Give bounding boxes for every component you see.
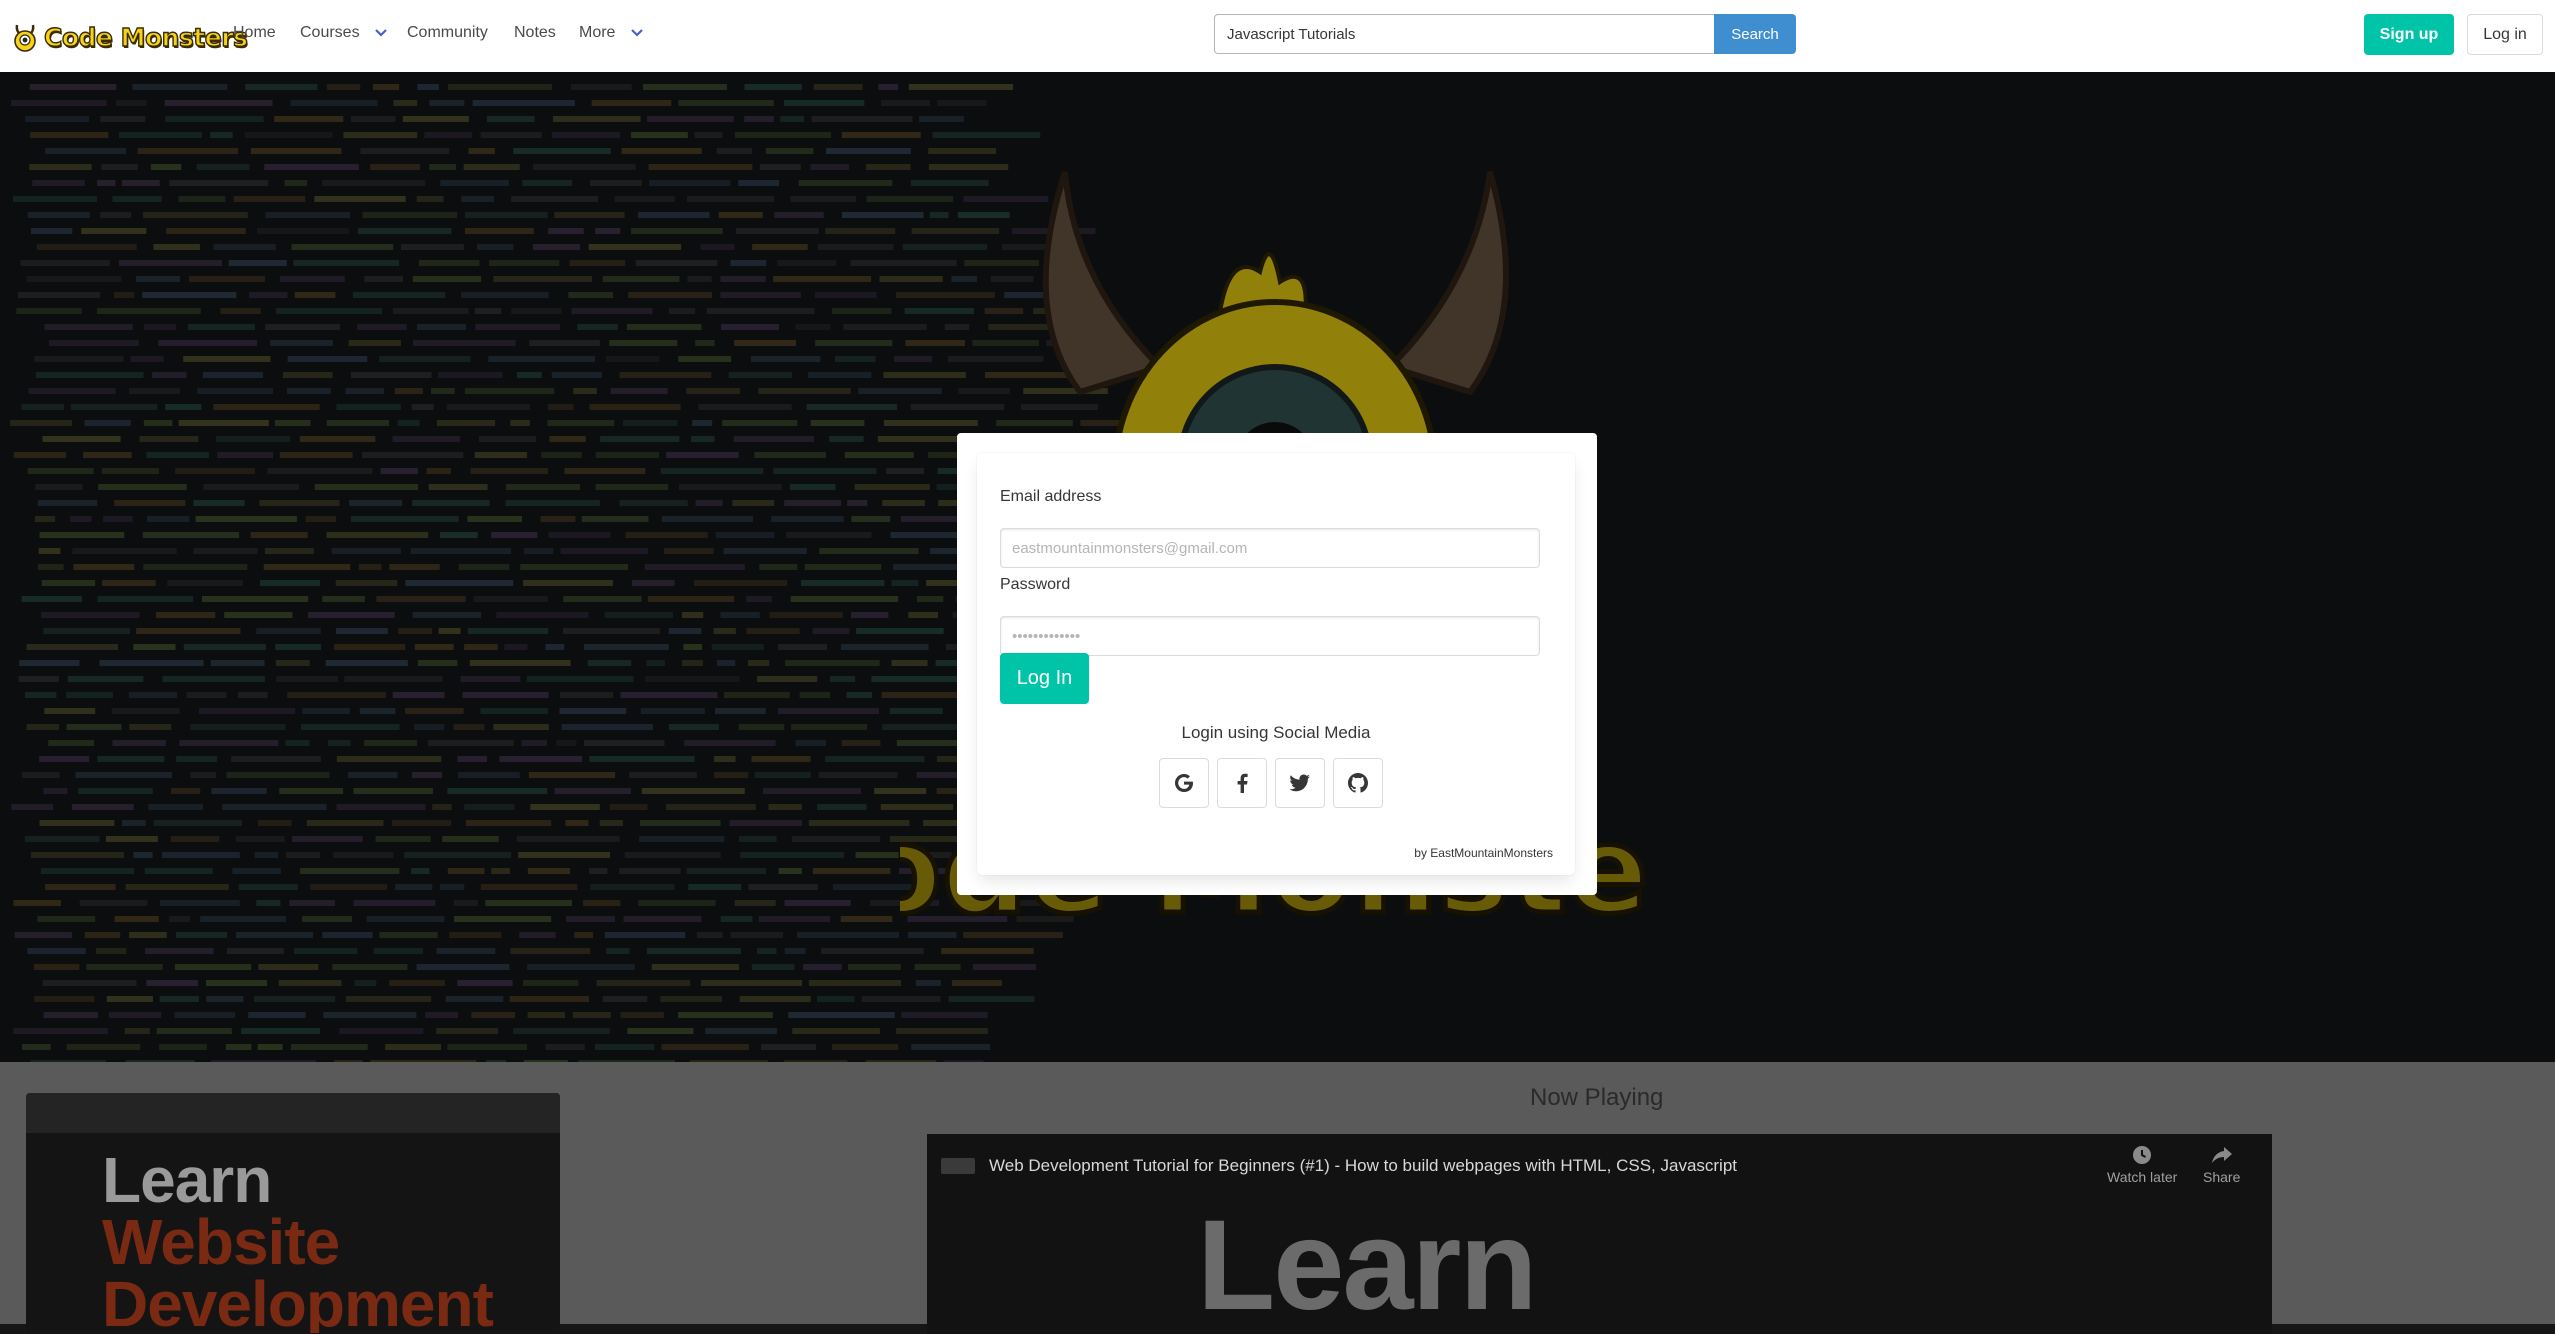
twitter-login-button[interactable] (1275, 758, 1325, 808)
clock-icon (2133, 1146, 2152, 1164)
thumbnail-code-strip (26, 1093, 560, 1133)
github-icon (1348, 773, 1368, 793)
nav-more-label: More (579, 24, 616, 41)
login-modal: Email address Password Log In Login usin… (957, 433, 1597, 895)
google-icon (1175, 774, 1193, 792)
email-label: Email address (1000, 488, 1102, 505)
password-field[interactable] (1000, 616, 1540, 656)
thumbnail-line: Learn (102, 1144, 272, 1216)
social-login-title: Login using Social Media (1181, 723, 1371, 742)
search-button[interactable]: Search (1714, 14, 1796, 54)
facebook-login-button[interactable] (1217, 758, 1267, 808)
nav-community[interactable]: Community (407, 24, 488, 42)
login-submit-button[interactable]: Log In (1000, 653, 1089, 704)
thumbnail-title: Learn Website Development (102, 1144, 494, 1333)
nav-more[interactable]: More (579, 24, 644, 42)
nav-notes[interactable]: Notes (514, 24, 556, 42)
course-thumbnail[interactable]: Learn Website Development (26, 1093, 560, 1333)
video-player[interactable]: Web Development Tutorial for Beginners (… (927, 1134, 2272, 1334)
watch-later-button[interactable]: Watch later (2107, 1144, 2177, 1185)
facebook-icon (1237, 773, 1248, 793)
login-nav-button[interactable]: Log in (2467, 14, 2543, 55)
top-navbar: Code Monsters Home Courses Community Not… (0, 0, 2555, 72)
channel-avatar[interactable] (941, 1158, 975, 1174)
google-login-button[interactable] (1159, 758, 1209, 808)
twitter-icon (1289, 774, 1310, 792)
brand-logo[interactable]: Code Monsters (12, 20, 249, 54)
watch-later-label: Watch later (2107, 1169, 2178, 1185)
chevron-down-icon (375, 28, 387, 37)
search-input[interactable] (1214, 14, 1714, 54)
nav-courses[interactable]: Courses (300, 24, 388, 42)
video-section: Learn Website Development Now Playing We… (0, 1062, 2555, 1334)
login-form: Email address Password Log In Login usin… (977, 453, 1575, 875)
video-frame-text: Learn (1197, 1194, 1538, 1334)
video-title[interactable]: Web Development Tutorial for Beginners (… (989, 1156, 1737, 1176)
monster-logo-icon (14, 24, 36, 52)
email-field[interactable] (1000, 528, 1540, 568)
chevron-down-icon (631, 28, 643, 37)
thumbnail-line: Website (102, 1206, 340, 1278)
nav-home[interactable]: Home (233, 24, 276, 42)
github-login-button[interactable] (1333, 758, 1383, 808)
credit-text: by EastMountainMonsters (1414, 846, 1553, 860)
share-label: Share (2203, 1169, 2241, 1185)
share-icon (2211, 1147, 2232, 1163)
signup-button[interactable]: Sign up (2364, 14, 2454, 55)
now-playing-heading: Now Playing (1530, 1084, 1664, 1111)
thumbnail-line: Development (102, 1268, 494, 1333)
brand-name: Code Monsters (43, 22, 248, 52)
social-login-buttons (1159, 758, 1383, 808)
password-label: Password (1000, 576, 1071, 593)
share-button[interactable]: Share (2203, 1144, 2240, 1185)
nav-courses-label: Courses (300, 24, 360, 41)
